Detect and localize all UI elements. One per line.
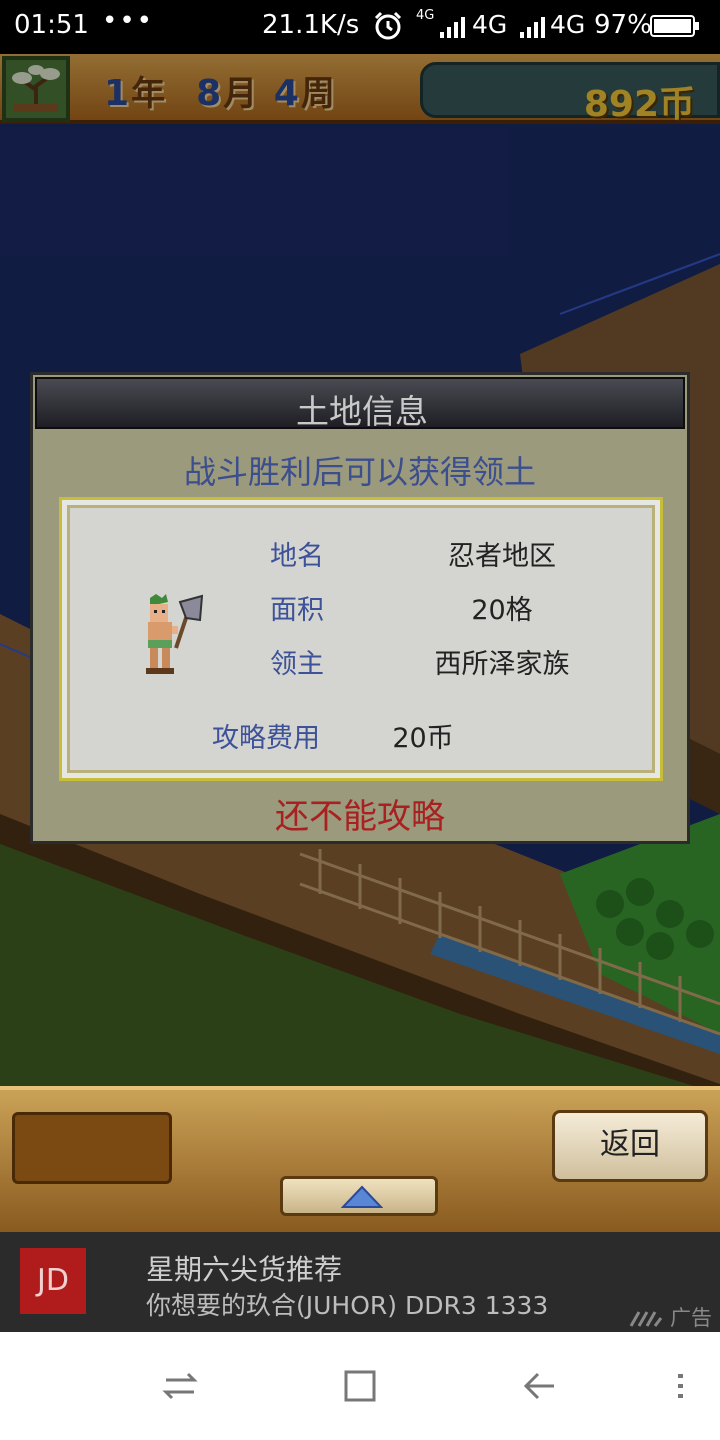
- ad-tag: 广告: [629, 1302, 712, 1332]
- area-label: 面积: [270, 595, 324, 626]
- ad-tag-label: 广告: [670, 1306, 712, 1330]
- expand-menu-button[interactable]: [280, 1176, 438, 1216]
- battery-percent: 97%: [594, 10, 652, 40]
- signal-icon-sim1: 4G 4G: [414, 8, 510, 44]
- place-name-label: 地名: [270, 541, 324, 572]
- empty-slot-panel: [12, 1112, 172, 1184]
- dialog-title: 土地信息: [296, 392, 428, 431]
- bottom-control-bar: 返回: [0, 1086, 720, 1232]
- system-nav-bar: [0, 1332, 720, 1440]
- up-arrow-icon: [341, 1185, 383, 1208]
- lord-value: 西所泽家族: [434, 649, 570, 680]
- status-net-speed: 21.1K/s: [262, 10, 360, 40]
- switch-icon[interactable]: [160, 1366, 200, 1406]
- game-viewport[interactable]: 1年 8月 4周 892币 土地信息 战斗胜利后可以获得领土 地名 忍者地区 面…: [0, 54, 720, 1232]
- ad-banner[interactable]: JD 星期六尖货推荐 你想要的玖合(JUHOR) DDR3 1333 广告: [0, 1232, 720, 1332]
- place-name-value: 忍者地区: [448, 541, 556, 572]
- home-square-icon[interactable]: [340, 1366, 380, 1406]
- back-icon[interactable]: [520, 1366, 560, 1406]
- battery-icon: [650, 15, 699, 37]
- cannot-attack-message: 还不能攻略: [275, 797, 445, 837]
- status-bar: 01:51 ••• 21.1K/s 4G 4G 4G 97%: [0, 0, 720, 54]
- status-net-small: 4G: [416, 8, 435, 23]
- dialog-subtitle: 战斗胜利后可以获得领土: [183, 453, 536, 491]
- lord-label: 领主: [270, 649, 324, 680]
- attack-cost-label: 攻略费用: [212, 723, 320, 754]
- back-button[interactable]: 返回: [552, 1110, 708, 1182]
- ad-description: 你想要的玖合(JUHOR) DDR3 1333: [146, 1291, 549, 1320]
- dialog-header: 土地信息: [35, 377, 685, 431]
- land-info-panel: 地名 忍者地区 面积 20格 领主 西所泽家族 攻略费用 20币: [59, 497, 663, 781]
- axe-warrior-icon: [146, 594, 204, 674]
- attack-cost-value: 20币: [392, 723, 454, 754]
- status-net2-label: 4G: [550, 10, 586, 39]
- menu-icon[interactable]: [660, 1366, 700, 1406]
- status-time: 01:51: [14, 10, 89, 40]
- jd-logo: JD: [20, 1248, 86, 1314]
- ad-title: 星期六尖货推荐: [146, 1253, 343, 1286]
- land-info-dialog: 土地信息 战斗胜利后可以获得领土 地名 忍者地区 面积 20格 领主 西所泽家族…: [30, 372, 690, 844]
- signal-icon-sim2: 4G: [516, 8, 594, 44]
- ad-mark-icon: [630, 1311, 663, 1327]
- alarm-icon: [374, 11, 402, 40]
- status-net1-label: 4G: [472, 10, 508, 39]
- area-value: 20格: [471, 595, 533, 626]
- status-more-dots: •••: [102, 6, 155, 36]
